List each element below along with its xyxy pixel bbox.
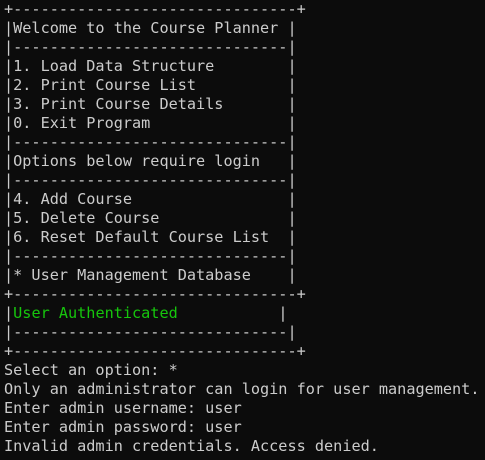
output-password-prompt: Enter admin password: user: [4, 418, 242, 436]
auth-status-line: |User Authenticated |: [4, 304, 485, 323]
option-prompt: Select an option: *: [4, 361, 178, 379]
menu-item-delete-course: |5. Delete Course |: [4, 209, 297, 227]
output-admin-only: Only an administrator can login for user…: [4, 380, 480, 398]
menu-bottom-border: +-------------------------------+: [4, 342, 306, 360]
menu-separator: |------------------------------|: [4, 323, 297, 341]
menu-item-exit: |0. Exit Program |: [4, 114, 297, 132]
menu-separator: |------------------------------|: [4, 171, 297, 189]
menu-item-add-course: |4. Add Course |: [4, 190, 297, 208]
menu-separator: |------------------------------|: [4, 247, 297, 265]
login-required-note: |Options below require login |: [4, 152, 297, 170]
menu-item-user-management: |* User Management Database |: [4, 266, 297, 284]
menu-separator: |------------------------------|: [4, 38, 297, 56]
output-access-denied: Invalid admin credentials. Access denied…: [4, 437, 379, 455]
menu-top-border: +-------------------------------+: [4, 0, 306, 18]
menu-separator: |------------------------------|: [4, 133, 297, 151]
menu-item-print-course-details: |3. Print Course Details |: [4, 95, 297, 113]
menu-item-reset-course-list: |6. Reset Default Course List |: [4, 228, 297, 246]
auth-right-border: |: [177, 304, 288, 322]
menu-item-print-course-list: |2. Print Course List |: [4, 76, 297, 94]
menu-title: |Welcome to the Course Planner |: [4, 19, 297, 37]
auth-left-border: |: [4, 304, 14, 322]
auth-status-text: User Authenticated: [13, 304, 178, 322]
menu-mid-border: +-------------------------------+: [4, 285, 306, 303]
output-username-prompt: Enter admin username: user: [4, 399, 242, 417]
menu-item-load-data: |1. Load Data Structure |: [4, 57, 297, 75]
terminal-window[interactable]: +-------------------------------+ |Welco…: [0, 0, 485, 460]
